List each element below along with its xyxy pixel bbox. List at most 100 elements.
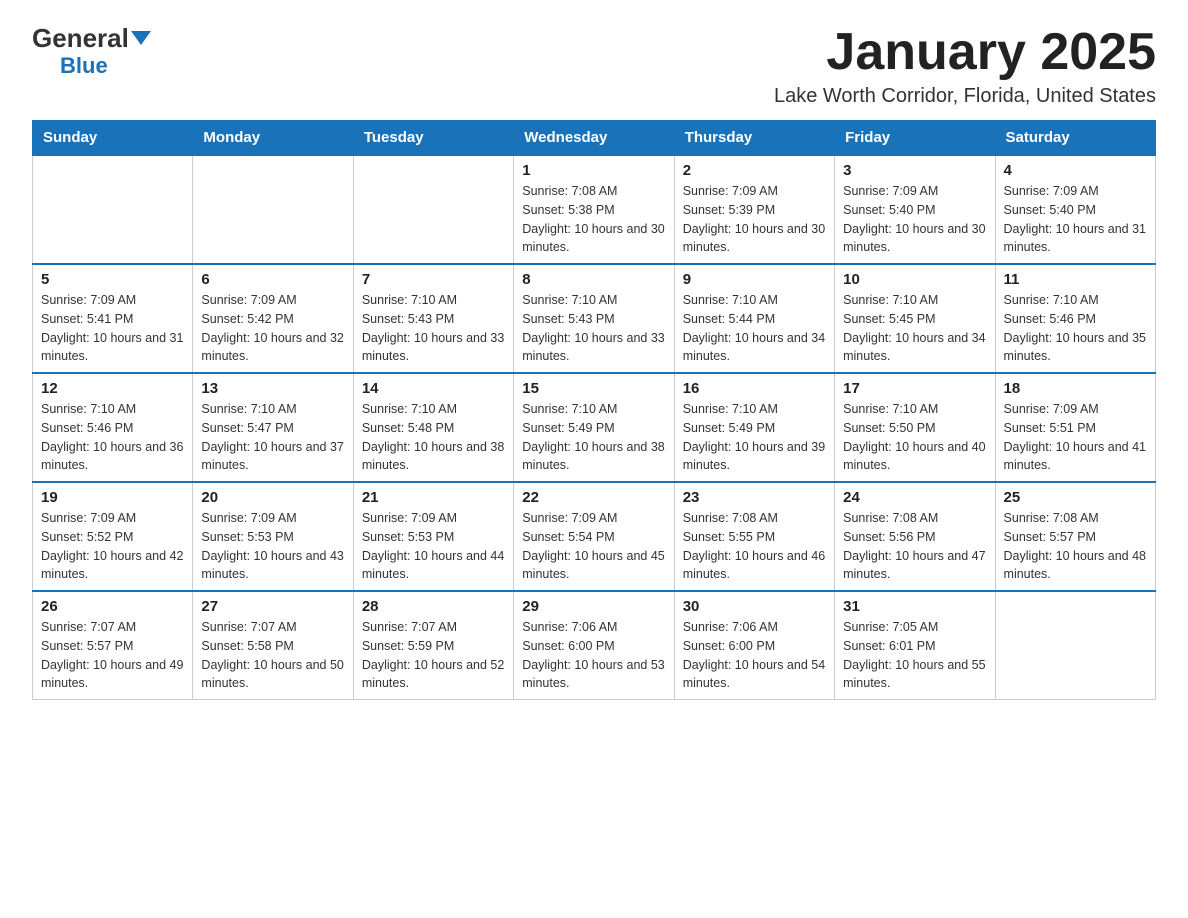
day-info: Sunrise: 7:06 AM Sunset: 6:00 PM Dayligh… (522, 618, 665, 693)
page-header: General Blue January 2025 Lake Worth Cor… (32, 24, 1156, 108)
calendar-cell: 2 Sunrise: 7:09 AM Sunset: 5:39 PM Daylig… (674, 155, 834, 264)
day-number: 10 (843, 271, 986, 288)
day-info: Sunrise: 7:09 AM Sunset: 5:41 PM Dayligh… (41, 291, 184, 366)
day-info: Sunrise: 7:06 AM Sunset: 6:00 PM Dayligh… (683, 618, 826, 693)
day-number: 6 (201, 271, 344, 288)
logo-general-text: General (32, 23, 151, 53)
calendar-week-2: 5 Sunrise: 7:09 AM Sunset: 5:41 PM Daylig… (33, 264, 1156, 373)
calendar-cell: 5 Sunrise: 7:09 AM Sunset: 5:41 PM Daylig… (33, 264, 193, 373)
day-number: 28 (362, 598, 505, 615)
calendar-cell: 6 Sunrise: 7:09 AM Sunset: 5:42 PM Daylig… (193, 264, 353, 373)
day-info: Sunrise: 7:09 AM Sunset: 5:40 PM Dayligh… (843, 182, 986, 257)
day-number: 3 (843, 162, 986, 179)
calendar-cell: 12 Sunrise: 7:10 AM Sunset: 5:46 PM Dayli… (33, 373, 193, 482)
day-number: 29 (522, 598, 665, 615)
day-number: 30 (683, 598, 826, 615)
day-number: 21 (362, 489, 505, 506)
day-info: Sunrise: 7:09 AM Sunset: 5:40 PM Dayligh… (1004, 182, 1147, 257)
day-number: 19 (41, 489, 184, 506)
day-info: Sunrise: 7:07 AM Sunset: 5:59 PM Dayligh… (362, 618, 505, 693)
day-info: Sunrise: 7:09 AM Sunset: 5:53 PM Dayligh… (362, 509, 505, 584)
day-info: Sunrise: 7:10 AM Sunset: 5:49 PM Dayligh… (522, 400, 665, 475)
day-info: Sunrise: 7:08 AM Sunset: 5:55 PM Dayligh… (683, 509, 826, 584)
calendar-cell: 26 Sunrise: 7:07 AM Sunset: 5:57 PM Dayli… (33, 591, 193, 700)
day-info: Sunrise: 7:09 AM Sunset: 5:42 PM Dayligh… (201, 291, 344, 366)
day-number: 17 (843, 380, 986, 397)
calendar-cell: 3 Sunrise: 7:09 AM Sunset: 5:40 PM Daylig… (835, 155, 995, 264)
day-number: 23 (683, 489, 826, 506)
calendar-cell: 14 Sunrise: 7:10 AM Sunset: 5:48 PM Dayli… (353, 373, 513, 482)
calendar-table: Sunday Monday Tuesday Wednesday Thursday… (32, 120, 1156, 700)
calendar-cell: 22 Sunrise: 7:09 AM Sunset: 5:54 PM Dayli… (514, 482, 674, 591)
day-info: Sunrise: 7:10 AM Sunset: 5:46 PM Dayligh… (1004, 291, 1147, 366)
day-info: Sunrise: 7:09 AM Sunset: 5:52 PM Dayligh… (41, 509, 184, 584)
day-number: 8 (522, 271, 665, 288)
calendar-cell: 17 Sunrise: 7:10 AM Sunset: 5:50 PM Dayli… (835, 373, 995, 482)
day-info: Sunrise: 7:07 AM Sunset: 5:57 PM Dayligh… (41, 618, 184, 693)
day-number: 14 (362, 380, 505, 397)
calendar-cell: 9Sunrise: 7:10 AM Sunset: 5:44 PM Daylig… (674, 264, 834, 373)
day-number: 15 (522, 380, 665, 397)
calendar-cell: 19 Sunrise: 7:09 AM Sunset: 5:52 PM Dayli… (33, 482, 193, 591)
calendar-cell (193, 155, 353, 264)
calendar-cell: 28 Sunrise: 7:07 AM Sunset: 5:59 PM Dayli… (353, 591, 513, 700)
day-number: 27 (201, 598, 344, 615)
day-info: Sunrise: 7:08 AM Sunset: 5:57 PM Dayligh… (1004, 509, 1147, 584)
calendar-cell: 7Sunrise: 7:10 AM Sunset: 5:43 PM Daylig… (353, 264, 513, 373)
day-number: 20 (201, 489, 344, 506)
calendar-cell: 8 Sunrise: 7:10 AM Sunset: 5:43 PM Daylig… (514, 264, 674, 373)
day-number: 24 (843, 489, 986, 506)
day-info: Sunrise: 7:10 AM Sunset: 5:46 PM Dayligh… (41, 400, 184, 475)
month-title: January 2025 (774, 24, 1156, 81)
day-number: 13 (201, 380, 344, 397)
title-section: January 2025 Lake Worth Corridor, Florid… (774, 24, 1156, 108)
calendar-cell: 13 Sunrise: 7:10 AM Sunset: 5:47 PM Dayli… (193, 373, 353, 482)
calendar-cell: 24 Sunrise: 7:08 AM Sunset: 5:56 PM Dayli… (835, 482, 995, 591)
calendar-week-5: 26 Sunrise: 7:07 AM Sunset: 5:57 PM Dayli… (33, 591, 1156, 700)
day-number: 5 (41, 271, 184, 288)
day-info: Sunrise: 7:08 AM Sunset: 5:56 PM Dayligh… (843, 509, 986, 584)
calendar-cell: 10 Sunrise: 7:10 AM Sunset: 5:45 PM Dayli… (835, 264, 995, 373)
header-thursday: Thursday (674, 121, 834, 156)
calendar-cell: 20 Sunrise: 7:09 AM Sunset: 5:53 PM Dayli… (193, 482, 353, 591)
day-info: Sunrise: 7:05 AM Sunset: 6:01 PM Dayligh… (843, 618, 986, 693)
day-number: 2 (683, 162, 826, 179)
header-monday: Monday (193, 121, 353, 156)
header-sunday: Sunday (33, 121, 193, 156)
day-number: 16 (683, 380, 826, 397)
calendar-cell: 21 Sunrise: 7:09 AM Sunset: 5:53 PM Dayli… (353, 482, 513, 591)
calendar-cell: 27 Sunrise: 7:07 AM Sunset: 5:58 PM Dayli… (193, 591, 353, 700)
day-number: 4 (1004, 162, 1147, 179)
calendar-week-1: 1Sunrise: 7:08 AM Sunset: 5:38 PM Daylig… (33, 155, 1156, 264)
day-info: Sunrise: 7:09 AM Sunset: 5:39 PM Dayligh… (683, 182, 826, 257)
header-tuesday: Tuesday (353, 121, 513, 156)
day-info: Sunrise: 7:10 AM Sunset: 5:47 PM Dayligh… (201, 400, 344, 475)
day-info: Sunrise: 7:10 AM Sunset: 5:43 PM Dayligh… (362, 291, 505, 366)
calendar-cell: 30 Sunrise: 7:06 AM Sunset: 6:00 PM Dayli… (674, 591, 834, 700)
day-number: 22 (522, 489, 665, 506)
calendar-cell: 23 Sunrise: 7:08 AM Sunset: 5:55 PM Dayli… (674, 482, 834, 591)
day-number: 11 (1004, 271, 1147, 288)
calendar-cell: 25Sunrise: 7:08 AM Sunset: 5:57 PM Dayli… (995, 482, 1155, 591)
calendar-header-row: Sunday Monday Tuesday Wednesday Thursday… (33, 121, 1156, 156)
calendar-cell: 15 Sunrise: 7:10 AM Sunset: 5:49 PM Dayli… (514, 373, 674, 482)
day-info: Sunrise: 7:07 AM Sunset: 5:58 PM Dayligh… (201, 618, 344, 693)
day-info: Sunrise: 7:10 AM Sunset: 5:48 PM Dayligh… (362, 400, 505, 475)
header-wednesday: Wednesday (514, 121, 674, 156)
calendar-cell (353, 155, 513, 264)
day-number: 18 (1004, 380, 1147, 397)
day-info: Sunrise: 7:09 AM Sunset: 5:54 PM Dayligh… (522, 509, 665, 584)
header-friday: Friday (835, 121, 995, 156)
calendar-cell: 31 Sunrise: 7:05 AM Sunset: 6:01 PM Dayli… (835, 591, 995, 700)
day-info: Sunrise: 7:10 AM Sunset: 5:50 PM Dayligh… (843, 400, 986, 475)
logo-blue-text: Blue (60, 53, 108, 79)
day-info: Sunrise: 7:10 AM Sunset: 5:43 PM Dayligh… (522, 291, 665, 366)
day-info: Sunrise: 7:09 AM Sunset: 5:51 PM Dayligh… (1004, 400, 1147, 475)
day-number: 12 (41, 380, 184, 397)
day-number: 26 (41, 598, 184, 615)
day-info: Sunrise: 7:10 AM Sunset: 5:45 PM Dayligh… (843, 291, 986, 366)
day-number: 31 (843, 598, 986, 615)
calendar-cell: 18 Sunrise: 7:09 AM Sunset: 5:51 PM Dayli… (995, 373, 1155, 482)
day-info: Sunrise: 7:09 AM Sunset: 5:53 PM Dayligh… (201, 509, 344, 584)
logo-general-line: General (32, 24, 151, 53)
